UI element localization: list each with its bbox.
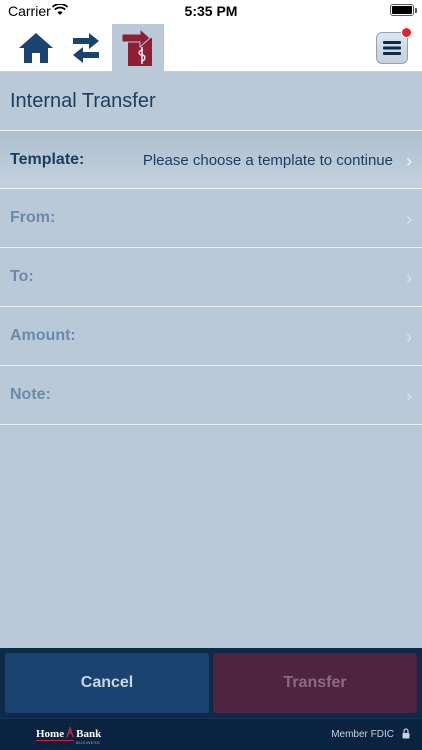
menu-icon (383, 41, 401, 55)
to-row[interactable]: To: › (0, 248, 422, 307)
chevron-right-icon: › (406, 209, 412, 229)
home-icon (19, 33, 53, 63)
from-row[interactable]: From: › (0, 189, 422, 248)
logo-word-bank: Bank (76, 728, 102, 740)
bank-logo: Home Bank (36, 725, 102, 740)
to-label: To: (10, 268, 34, 285)
lock-icon (402, 728, 410, 739)
logo-mark-icon (66, 725, 74, 738)
logo-word-home: Home (36, 728, 65, 740)
amount-row[interactable]: Amount: › (0, 307, 422, 366)
note-row[interactable]: Note: › (0, 366, 422, 425)
page-title: Internal Transfer (10, 90, 156, 112)
template-row[interactable]: Template: Please choose a template to co… (0, 130, 422, 189)
cancel-button[interactable]: Cancel (5, 653, 209, 713)
from-label: From: (10, 209, 56, 226)
action-bar: Cancel Transfer (0, 648, 422, 718)
home-button[interactable] (14, 26, 58, 70)
toolbar (0, 20, 422, 72)
battery-icon (390, 4, 417, 16)
clock: 5:35 PM (184, 3, 238, 19)
template-label: Template: (10, 151, 85, 168)
footer: Home Bank BUSINESS Member FDIC (0, 718, 422, 750)
amount-label: Amount: (10, 327, 76, 344)
transfer-document-icon (121, 28, 152, 66)
logo-rule (36, 740, 74, 741)
transfer-form: Template: Please choose a template to co… (0, 130, 422, 425)
transfers-button[interactable] (64, 26, 108, 70)
transfer-button[interactable]: Transfer (213, 653, 417, 713)
chevron-right-icon: › (406, 327, 412, 347)
fdic-label: Member FDIC (331, 729, 394, 740)
internal-transfer-tab[interactable] (112, 24, 164, 72)
chevron-right-icon: › (406, 268, 412, 288)
notification-badge (401, 27, 412, 38)
swap-arrows-icon (73, 33, 99, 63)
template-value: Please choose a template to continue (142, 152, 393, 169)
status-bar: Carrier 5:35 PM (0, 0, 422, 20)
chevron-right-icon: › (406, 151, 412, 171)
note-label: Note: (10, 386, 51, 403)
chevron-right-icon: › (406, 386, 412, 406)
logo-subtitle: BUSINESS (76, 740, 101, 745)
menu-button[interactable] (376, 27, 412, 64)
